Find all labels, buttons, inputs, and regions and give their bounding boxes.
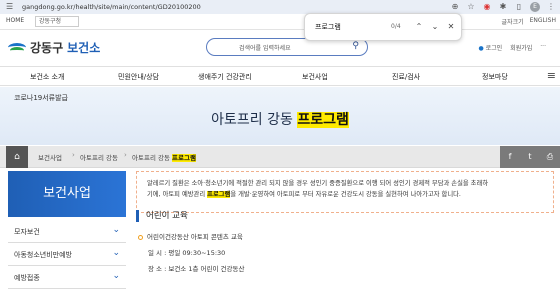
nav-item-lifecycle[interactable]: 생애주기 건강관리	[198, 72, 252, 82]
find-input[interactable]: 프로그램	[315, 22, 341, 32]
login-link[interactable]: ● 로그인	[478, 43, 502, 52]
nav-item-civil[interactable]: 민원안내/상담	[118, 72, 159, 82]
bullet-icon	[138, 234, 143, 240]
login-dot-icon: ●	[478, 45, 484, 52]
menu-icon[interactable]: ≡	[547, 69, 556, 82]
search-input[interactable]: 검색어를 입력하세요	[239, 43, 291, 52]
breadcrumb-item[interactable]: 아토프리 강동	[80, 152, 118, 162]
nav-item-clinic[interactable]: 진료/검사	[392, 72, 420, 82]
page-hero: 코로나19서류발급 아토프리 강동 프로그램	[0, 87, 560, 145]
search-icon[interactable]: ⚲	[352, 41, 359, 51]
zoom-icon[interactable]: ⊕	[450, 2, 460, 12]
chevron-down-icon: ⌄	[112, 271, 120, 281]
notice-line: 기에, 아토피 예방관리 프로그램을 개발·운영하여 아토피로 부터 자유로운 …	[147, 191, 461, 198]
intro-notice: 알레르기 질환은 소아·청소년기에 적절한 관리 되지 않을 경우 성인기 중증…	[136, 171, 554, 213]
nav-item-about[interactable]: 보건소 소개	[30, 72, 64, 82]
browser-toolbar: ☰ gangdong.go.kr/health/site/main/conten…	[0, 0, 560, 14]
breadcrumb-item[interactable]: 보건사업	[38, 152, 62, 162]
find-match-count: 0/4	[391, 23, 401, 30]
bookmark-star-icon[interactable]: ☆	[466, 2, 476, 12]
chevron-down-icon: ⌄	[112, 248, 120, 258]
font-size-link[interactable]: 글자크기	[502, 17, 524, 26]
find-previous-icon[interactable]: ⌃	[413, 20, 425, 34]
breadcrumb-chevron-icon: ›	[124, 151, 127, 159]
profile-avatar[interactable]: E	[530, 2, 540, 12]
notice-line: 알레르기 질환은 소아·청소년기에 적절한 관리 되지 않을 경우 성인기 중증…	[147, 180, 489, 187]
find-next-icon[interactable]: ⌄	[429, 20, 441, 34]
program-time: 일 시 : 평일 09:30~15:30	[148, 249, 226, 257]
print-icon[interactable]: ⎙	[540, 146, 560, 168]
facebook-icon[interactable]: f	[500, 146, 520, 168]
sidebar-item-vaccination[interactable]: 예방접종 ⌄	[8, 267, 126, 289]
sidebar-title: 보건사업	[8, 171, 126, 217]
search-highlight: 프로그램	[297, 112, 349, 128]
page-title: 아토프리 강동 프로그램	[211, 112, 349, 128]
signup-link[interactable]: 회원가입	[510, 43, 532, 52]
program-title: 어린이건강동산 아토피 콘텐츠 교육	[138, 231, 243, 241]
puzzle-icon[interactable]: ✱	[498, 2, 508, 12]
sidepanel-icon[interactable]: ▯	[514, 2, 524, 12]
breadcrumb-current: 아토프리 강동 프로그램	[132, 154, 196, 162]
find-close-icon[interactable]: ✕	[445, 20, 457, 34]
sitemap-icon[interactable]: ···	[540, 43, 546, 52]
site-header: 강동구 보건소 검색어를 입력하세요 ⚲ ● 로그인 회원가입 ···	[0, 31, 560, 65]
section-heading: 어린이 교육	[136, 210, 188, 222]
sidebar-item-obesity[interactable]: 아동청소년비만예방 ⌄	[8, 244, 126, 266]
browser-menu-icon[interactable]: ⋮	[546, 2, 556, 12]
nav-item-projects[interactable]: 보건사업	[302, 72, 328, 82]
nav-item-info[interactable]: 정보마당	[482, 72, 508, 82]
extension-icon[interactable]: ◉	[482, 2, 492, 12]
breadcrumb-chevron-icon: ›	[72, 151, 75, 159]
find-in-page-bar: 프로그램 0/4 ⌃ ⌄ ✕	[304, 13, 462, 41]
covid-docs-link[interactable]: 코로나19서류발급	[14, 93, 68, 103]
search-highlight: 프로그램	[207, 191, 231, 198]
search-highlight: 프로그램	[172, 154, 196, 162]
main-nav: 보건소 소개 민원안내/상담 생애주기 건강관리 보건사업 진료/검사 정보마당…	[0, 66, 560, 86]
breadcrumb: ⌂ 보건사업 › 아토프리 강동 › 아토프리 강동 프로그램 f t ⎙	[0, 146, 560, 168]
site-info-icon[interactable]: ☰	[6, 2, 16, 12]
site-logo[interactable]: 강동구 보건소	[8, 39, 100, 56]
logo-text-district: 강동구	[30, 41, 64, 55]
home-icon[interactable]: ⌂	[6, 146, 28, 168]
logo-mark-icon	[8, 40, 26, 56]
program-place: 장 소 : 보건소 1층 어린이 건강동산	[148, 265, 245, 273]
utility-bar: HOME 강동구청 글자크기 ENGLISH	[0, 14, 560, 30]
english-link[interactable]: ENGLISH	[530, 17, 556, 26]
chevron-down-icon: ⌄	[112, 225, 120, 235]
logo-text-center: 보건소	[67, 41, 101, 55]
site-select[interactable]: 강동구청	[35, 16, 79, 27]
home-link[interactable]: HOME	[6, 17, 24, 24]
twitter-icon[interactable]: t	[520, 146, 540, 168]
sidebar-item-maternal[interactable]: 모자보건 ⌄	[8, 221, 126, 243]
address-bar[interactable]: gangdong.go.kr/health/site/main/content/…	[22, 2, 392, 12]
